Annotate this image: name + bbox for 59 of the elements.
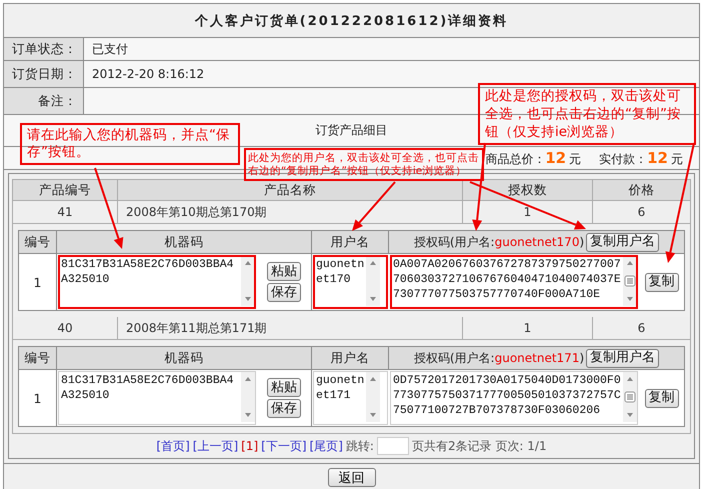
total-text: 商品总价：12 元 bbox=[485, 148, 582, 168]
copy-username-button[interactable]: 复制用户名 bbox=[586, 348, 660, 368]
column-header: 用户名 bbox=[312, 347, 389, 369]
auth-code-field[interactable]: 0A007A02067603767278737975027700770603037271067676040471040074037E730777077503757770740F000A710E bbox=[390, 255, 638, 309]
column-header: 编号 bbox=[19, 231, 57, 253]
table-cell: 40 bbox=[13, 317, 118, 339]
username-field[interactable]: guonetnet171 bbox=[313, 371, 388, 425]
username-field[interactable]: guonetnet170 bbox=[313, 255, 388, 309]
scrollbar[interactable] bbox=[241, 256, 255, 306]
column-header: 编号 bbox=[19, 347, 57, 369]
scrollbar[interactable] bbox=[623, 372, 637, 422]
pagination-link[interactable]: [首页] bbox=[156, 438, 190, 454]
jump-label: 跳转: bbox=[346, 438, 374, 454]
pagination-link[interactable]: [1] bbox=[241, 439, 258, 453]
table-cell: 2008年第11期总第171期 bbox=[118, 317, 463, 339]
save-button[interactable]: 保存 bbox=[267, 283, 301, 302]
table-cell: 1 bbox=[463, 317, 593, 339]
column-header: 授权数 bbox=[463, 180, 593, 200]
table-cell: 1 bbox=[19, 254, 57, 310]
pagination-link[interactable]: [上一页] bbox=[192, 438, 238, 454]
column-header: 价格 bbox=[628, 180, 656, 198]
table-cell: 41 bbox=[13, 201, 118, 223]
scrollbar[interactable] bbox=[623, 256, 637, 306]
field-label: 订货日期： bbox=[4, 61, 84, 87]
field-value: 已支付 bbox=[92, 40, 128, 58]
copy-button[interactable]: 复制 bbox=[644, 272, 678, 292]
scrollbar[interactable] bbox=[366, 256, 380, 306]
callout-note: 此处是您的授权码，双击该处可全选，也可点击右边的“复制”按钮（仅支持ie浏览器） bbox=[478, 83, 696, 145]
save-button[interactable]: 保存 bbox=[267, 399, 301, 418]
column-header: 用户名 bbox=[312, 231, 389, 253]
scrollbar[interactable] bbox=[366, 372, 380, 422]
field-label: 订单状态： bbox=[4, 38, 84, 60]
pagination-link[interactable]: [尾页] bbox=[310, 438, 343, 454]
column-header: 机器码 bbox=[57, 347, 312, 369]
field-label: 备注： bbox=[4, 88, 84, 114]
paste-button[interactable]: 粘贴 bbox=[267, 262, 301, 281]
table-cell-text: 6 bbox=[636, 320, 646, 337]
pagination-link[interactable]: [下一页] bbox=[261, 438, 307, 454]
column-header: 授权码(用户名:guonetnet170) bbox=[414, 234, 584, 250]
callout-note: 此处为您的用户名，双击该处可全选，也可点击右边的“复制用户名”按钮（仅支持ie浏览器） bbox=[244, 148, 484, 181]
machine-code-field[interactable]: 81C317B31A58E2C76D003BBA4A325010 bbox=[58, 371, 256, 425]
table-cell: 1 bbox=[19, 370, 57, 426]
callout-note: 请在此输入您的机器码，并点“保存”按钮。 bbox=[20, 123, 240, 165]
paste-button[interactable]: 粘贴 bbox=[267, 378, 301, 397]
arrow bbox=[352, 181, 396, 231]
auth-code-field[interactable]: 0D7572017201730A0175040D0173000F077307757503717770050501037372757C75077100727B707378730F03060206 bbox=[390, 371, 638, 425]
copy-button[interactable]: 复制 bbox=[644, 388, 678, 408]
back-button[interactable]: 返回 bbox=[328, 468, 376, 486]
field-value: 2012-2-20 8:16:12 bbox=[92, 67, 204, 81]
page-summary: 页共有2条记录 页次: 1/1 bbox=[412, 438, 547, 454]
table-cell-text: 6 bbox=[636, 204, 646, 221]
copy-username-button[interactable]: 复制用户名 bbox=[586, 232, 660, 252]
column-header: 授权码(用户名:guonetnet171) bbox=[414, 350, 584, 366]
machine-code-field[interactable]: 81C317B31A58E2C76D003BBA4A325010 bbox=[58, 255, 256, 309]
scrollbar[interactable] bbox=[241, 372, 255, 422]
total-text: 实付款：12 元 bbox=[599, 148, 683, 168]
page-input[interactable] bbox=[376, 437, 409, 455]
column-header: 产品名称 bbox=[118, 180, 463, 200]
column-header: 产品编号 bbox=[13, 180, 118, 200]
